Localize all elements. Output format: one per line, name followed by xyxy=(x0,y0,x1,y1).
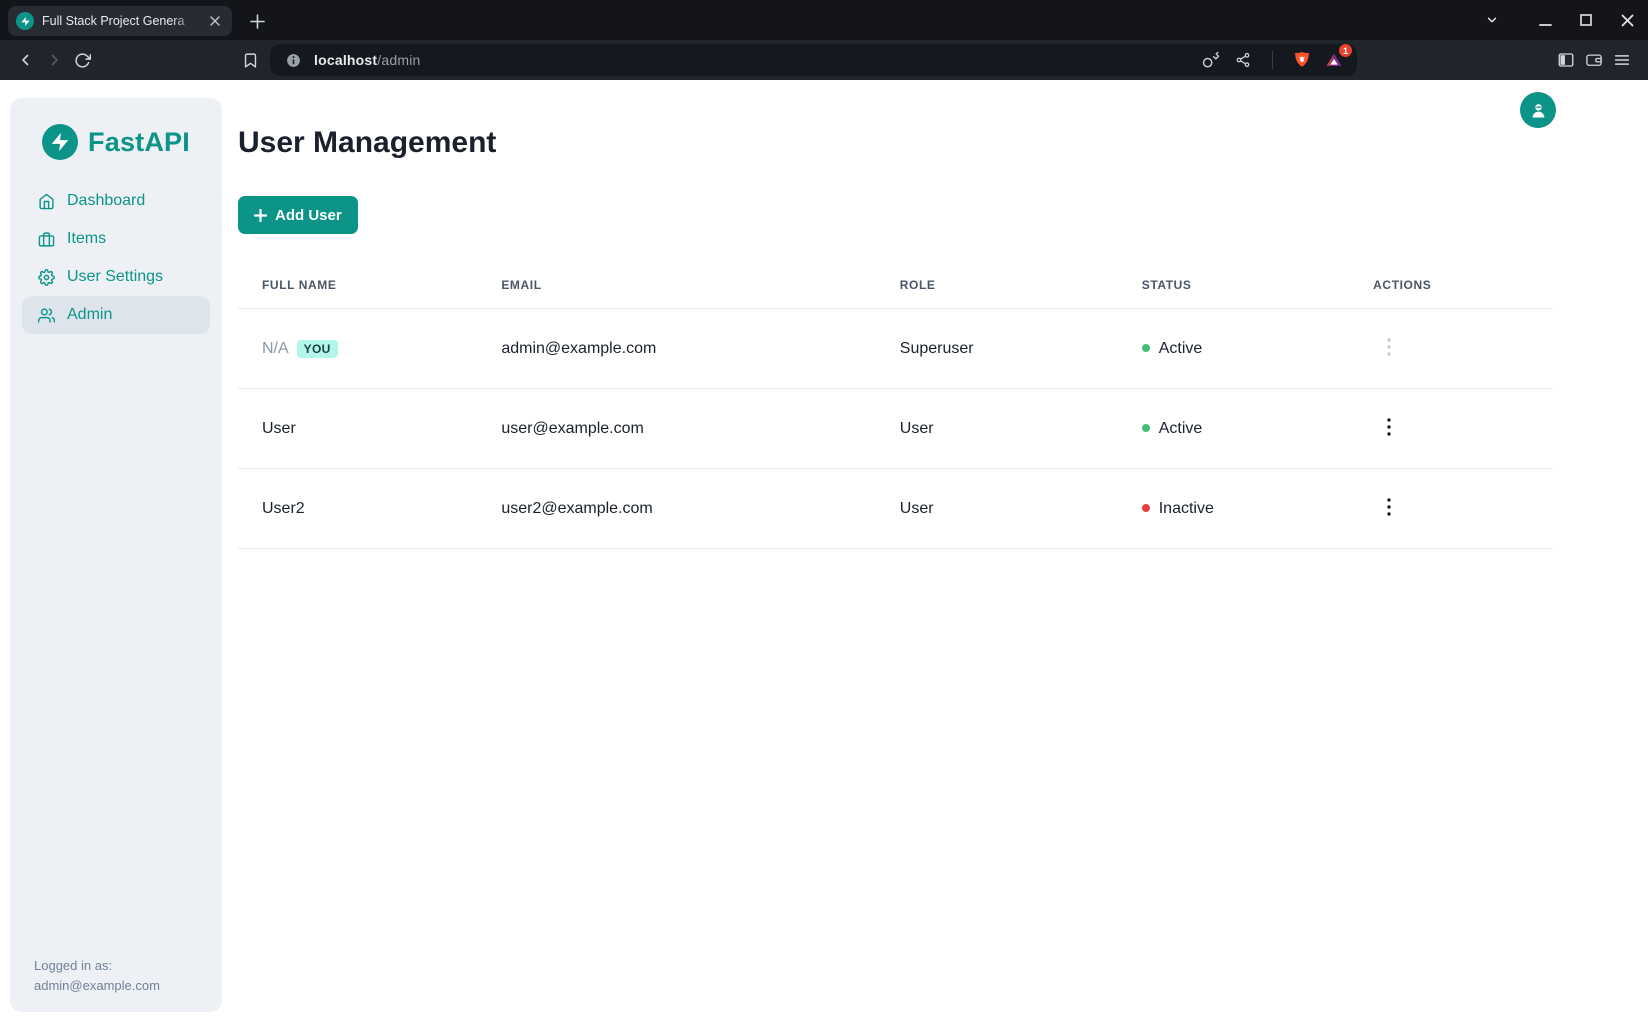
row-actions-menu-icon[interactable] xyxy=(1379,494,1399,523)
browser-toolbar: localhost/admin 1 xyxy=(0,40,1648,80)
status-dot xyxy=(1142,344,1150,352)
logged-in-info: Logged in as: admin@example.com xyxy=(34,956,160,996)
brave-rewards-icon[interactable]: 1 xyxy=(1323,49,1345,71)
page-content: FastAPI Dashboard Items User Settings Ad… xyxy=(0,80,1648,1025)
row-actions-menu-icon xyxy=(1379,334,1399,363)
close-window-icon[interactable] xyxy=(1618,11,1636,29)
sidebar-panel-icon[interactable] xyxy=(1552,46,1580,74)
bookmark-icon[interactable] xyxy=(236,46,264,74)
tab-close-icon[interactable] xyxy=(206,12,224,30)
user-status: Active xyxy=(1159,340,1203,357)
user-full-name: User xyxy=(238,389,477,469)
sidebar-item-label: Items xyxy=(67,230,106,248)
gear-icon xyxy=(38,269,55,286)
user-full-name: N/A xyxy=(262,340,289,357)
user-role: User xyxy=(876,469,1118,549)
site-info-icon[interactable] xyxy=(282,49,304,71)
menu-icon[interactable] xyxy=(1608,46,1636,74)
plus-icon xyxy=(254,209,267,222)
sidebar-item-items[interactable]: Items xyxy=(22,220,210,258)
brave-shield-icon[interactable] xyxy=(1291,49,1313,71)
forward-icon[interactable] xyxy=(40,46,68,74)
fastapi-favicon-bolt-icon xyxy=(16,12,34,30)
url-text: localhost/admin xyxy=(314,52,1190,68)
user-status: Inactive xyxy=(1159,500,1214,517)
tab-title-fade xyxy=(172,14,198,28)
user-full-name: User2 xyxy=(238,469,477,549)
urlbar-divider xyxy=(1272,51,1273,69)
fastapi-bolt-icon xyxy=(42,124,78,160)
sidebar-item-dashboard[interactable]: Dashboard xyxy=(22,182,210,220)
back-icon[interactable] xyxy=(12,46,40,74)
table-row: User user@example.com User Active xyxy=(238,389,1553,469)
tab-strip: Full Stack Project Genera xyxy=(0,0,1648,40)
minimize-icon[interactable] xyxy=(1536,11,1554,29)
user-email: user2@example.com xyxy=(477,469,875,549)
user-role: Superuser xyxy=(876,309,1118,389)
col-email: EMAIL xyxy=(477,264,875,309)
status-dot xyxy=(1142,504,1150,512)
main-panel: User Management Add User FULL NAME EMAIL… xyxy=(222,80,1648,1025)
add-user-button[interactable]: Add User xyxy=(238,196,358,234)
rewards-notification-badge: 1 xyxy=(1339,44,1352,57)
sidebar-item-label: Dashboard xyxy=(67,192,145,210)
users-table: FULL NAME EMAIL ROLE STATUS ACTIONS N/A Y… xyxy=(238,264,1553,549)
logo-text: FastAPI xyxy=(88,127,190,158)
url-host: localhost xyxy=(314,52,377,68)
user-astronaut-icon xyxy=(1529,101,1548,120)
sidebar: FastAPI Dashboard Items User Settings Ad… xyxy=(10,98,222,1012)
url-bar[interactable]: localhost/admin 1 xyxy=(270,44,1357,76)
home-icon xyxy=(38,193,55,210)
window-controls xyxy=(1483,0,1636,40)
maximize-icon[interactable] xyxy=(1577,11,1595,29)
table-row: N/A YOU admin@example.com Superuser Activ… xyxy=(238,309,1553,389)
tab-title: Full Stack Project Genera xyxy=(42,14,198,28)
user-role: User xyxy=(876,389,1118,469)
logged-in-email: admin@example.com xyxy=(34,976,160,996)
table-header-row: FULL NAME EMAIL ROLE STATUS ACTIONS xyxy=(238,264,1553,309)
user-menu-button[interactable] xyxy=(1520,92,1556,128)
table-row: User2 user2@example.com User Inactive xyxy=(238,469,1553,549)
key-icon[interactable] xyxy=(1200,49,1222,71)
sidebar-item-user-settings[interactable]: User Settings xyxy=(22,258,210,296)
col-actions: ACTIONS xyxy=(1349,264,1553,309)
url-path: /admin xyxy=(377,52,420,68)
col-full-name: FULL NAME xyxy=(238,264,477,309)
briefcase-icon xyxy=(38,231,55,248)
user-email: admin@example.com xyxy=(477,309,875,389)
fastapi-logo[interactable]: FastAPI xyxy=(10,122,222,162)
sidebar-item-label: Admin xyxy=(67,306,112,324)
sidebar-nav: Dashboard Items User Settings Admin xyxy=(10,182,222,334)
col-role: ROLE xyxy=(876,264,1118,309)
you-badge: YOU xyxy=(297,340,338,358)
user-status: Active xyxy=(1159,420,1203,437)
users-icon xyxy=(38,307,55,324)
sidebar-item-label: User Settings xyxy=(67,268,163,286)
new-tab-icon[interactable] xyxy=(244,8,270,34)
status-dot xyxy=(1142,424,1150,432)
add-user-label: Add User xyxy=(275,207,342,224)
share-icon[interactable] xyxy=(1232,49,1254,71)
row-actions-menu-icon[interactable] xyxy=(1379,414,1399,443)
reload-icon[interactable] xyxy=(68,46,96,74)
sidebar-item-admin[interactable]: Admin xyxy=(22,296,210,334)
wallet-icon[interactable] xyxy=(1580,46,1608,74)
col-status: STATUS xyxy=(1118,264,1349,309)
logged-in-label: Logged in as: xyxy=(34,956,160,976)
user-email: user@example.com xyxy=(477,389,875,469)
page-title: User Management xyxy=(238,126,1553,160)
browser-tab[interactable]: Full Stack Project Genera xyxy=(8,6,232,36)
tab-search-chevron-icon[interactable] xyxy=(1483,11,1501,29)
